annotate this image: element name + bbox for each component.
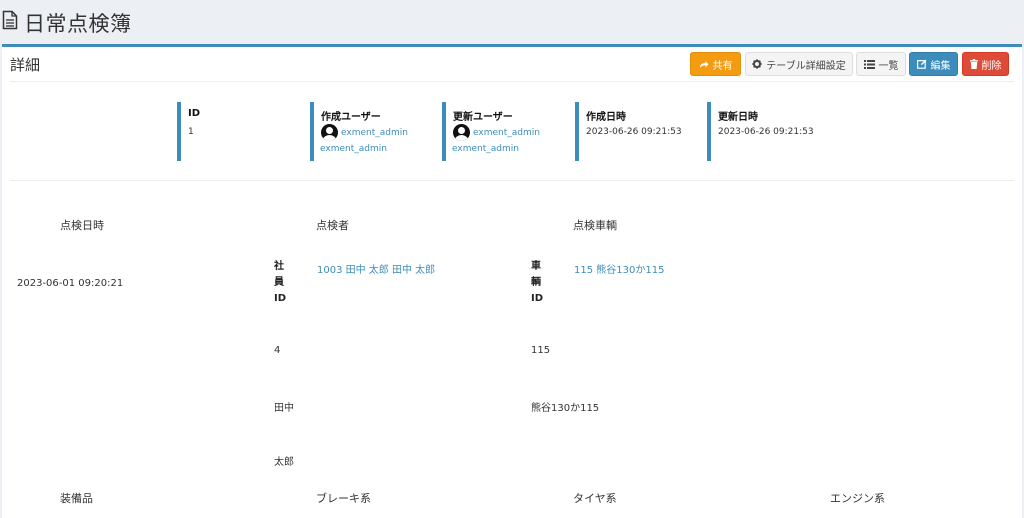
vehicle-id-value: 115 [531,345,551,356]
meta-updated-at-value: 2023-06-26 09:21:53 [718,127,814,137]
updated-user-sub-link[interactable]: exment_admin [452,144,519,154]
meta-updated-user: 更新ユーザー exment_admin exment_admin [442,102,540,161]
updated-user-row[interactable]: exment_admin [453,124,540,141]
user-avatar-icon [453,124,470,141]
table-settings-button-label: テーブル詳細設定 [766,60,846,72]
meta-id: ID 1 [177,102,200,161]
meta-id-value: 1 [188,127,194,137]
list-button[interactable]: 一覧 [856,52,906,76]
meta-created-user: 作成ユーザー exment_admin exment_admin [310,102,408,161]
delete-button[interactable]: 削除 [962,52,1009,76]
share-button[interactable]: 共有 [690,52,741,76]
header-divider [10,81,1014,82]
box-title: 詳細 [10,56,41,74]
created-user-link[interactable]: exment_admin [341,128,408,138]
table-settings-button[interactable]: テーブル詳細設定 [745,52,853,76]
detail-box: 詳細 共有 テーブル詳細設定 一覧 編集 削除 ID 1 作成ユーザー exme… [2,44,1022,518]
list-icon [863,59,875,69]
engine-label: エンジン系 [830,492,885,505]
meta-created-at-label: 作成日時 [586,112,626,123]
edit-button-label: 編集 [930,60,951,72]
page-title: 日常点検簿 [24,12,132,36]
trash-icon [969,59,978,69]
created-user-row[interactable]: exment_admin [321,124,408,141]
inspector-label: 点検者 [316,219,349,232]
meta-updated-user-label: 更新ユーザー [453,112,513,123]
page-header: 日常点検簿 [0,0,1024,44]
user-avatar-icon [321,124,338,141]
vehicle-plate-value: 熊谷130か115 [531,403,600,414]
last-name-value: 田中 [274,403,294,414]
meta-created-at: 作成日時 2023-06-26 09:21:53 [575,102,682,161]
created-user-sub-link[interactable]: exment_admin [320,144,387,154]
vehicle-link[interactable]: 115 熊谷130か115 [574,261,664,276]
tire-label: タイヤ系 [573,492,617,505]
meta-created-at-value: 2023-06-26 09:21:53 [586,127,682,137]
inspection-datetime-value: 2023-06-01 09:20:21 [17,278,124,289]
meta-created-user-label: 作成ユーザー [321,112,381,123]
meta-updated-at: 更新日時 2023-06-26 09:21:53 [707,102,814,161]
vehicle-id-label: 車 輌 ID [531,261,544,304]
equipment-label: 装備品 [60,492,93,505]
employee-id-label: 社 員 ID [274,261,287,304]
brake-label: ブレーキ系 [316,492,371,505]
meta-id-label: ID [188,108,201,119]
employee-id-value: 4 [274,345,281,356]
list-button-label: 一覧 [878,60,899,72]
share-button-label: 共有 [712,60,733,72]
updated-user-link[interactable]: exment_admin [473,128,540,138]
document-icon [2,10,18,30]
edit-icon [916,59,927,69]
delete-button-label: 削除 [981,60,1002,72]
share-icon [699,60,709,69]
vehicle-label: 点検車輌 [573,219,617,232]
inspection-datetime-label: 点検日時 [60,219,104,232]
meta-divider [10,180,1014,181]
first-name-value: 太郎 [274,457,294,468]
meta-updated-at-label: 更新日時 [718,112,758,123]
inspector-link[interactable]: 1003 田中 太郎 田中 太郎 [317,261,435,276]
gear-icon [752,59,762,69]
edit-button[interactable]: 編集 [909,52,958,76]
